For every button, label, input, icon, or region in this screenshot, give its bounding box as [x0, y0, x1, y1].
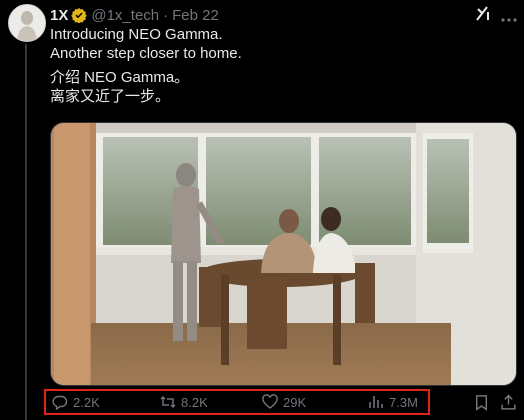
tweet-media-image[interactable]: [50, 122, 517, 386]
share-icon[interactable]: [500, 394, 517, 411]
reply-count: 2.2K: [73, 394, 100, 410]
tweet-date[interactable]: Feb 22: [172, 7, 219, 24]
tweet-text-line-2: Another step closer to home.: [50, 45, 242, 62]
tweet-header: 1X @1x_tech · Feb 22: [50, 6, 219, 24]
heart-icon: [262, 394, 278, 409]
views-button[interactable]: 7.3M: [368, 391, 418, 413]
views-chart-icon: [369, 396, 383, 408]
like-count: 29K: [283, 394, 307, 410]
bookmark-icon[interactable]: [473, 394, 490, 411]
tweet-text-line-3: 介绍 NEO Gamma。: [50, 69, 190, 86]
repost-icon: [160, 396, 176, 408]
tweet-text-line-4: 离家又近了一步。: [50, 88, 171, 105]
action-bar-highlight: 2.2K 8.2K 29K 7.3M: [44, 389, 430, 415]
separator-dot: ·: [163, 6, 169, 24]
reply-button[interactable]: 2.2K: [52, 391, 100, 413]
reply-icon: [52, 395, 68, 410]
like-button[interactable]: 29K: [262, 391, 306, 413]
avatar[interactable]: [8, 4, 46, 42]
repost-count: 8.2K: [181, 394, 208, 410]
verified-badge-icon: [71, 7, 88, 24]
grok-icon[interactable]: [474, 4, 492, 22]
thread-line: [25, 44, 27, 420]
more-icon[interactable]: [500, 10, 518, 22]
author-name[interactable]: 1X: [50, 7, 68, 24]
tweet-text-line-1: Introducing NEO Gamma.: [50, 26, 223, 43]
repost-button[interactable]: 8.2K: [160, 391, 208, 413]
author-handle[interactable]: @1x_tech: [91, 7, 159, 24]
view-count: 7.3M: [389, 394, 418, 410]
